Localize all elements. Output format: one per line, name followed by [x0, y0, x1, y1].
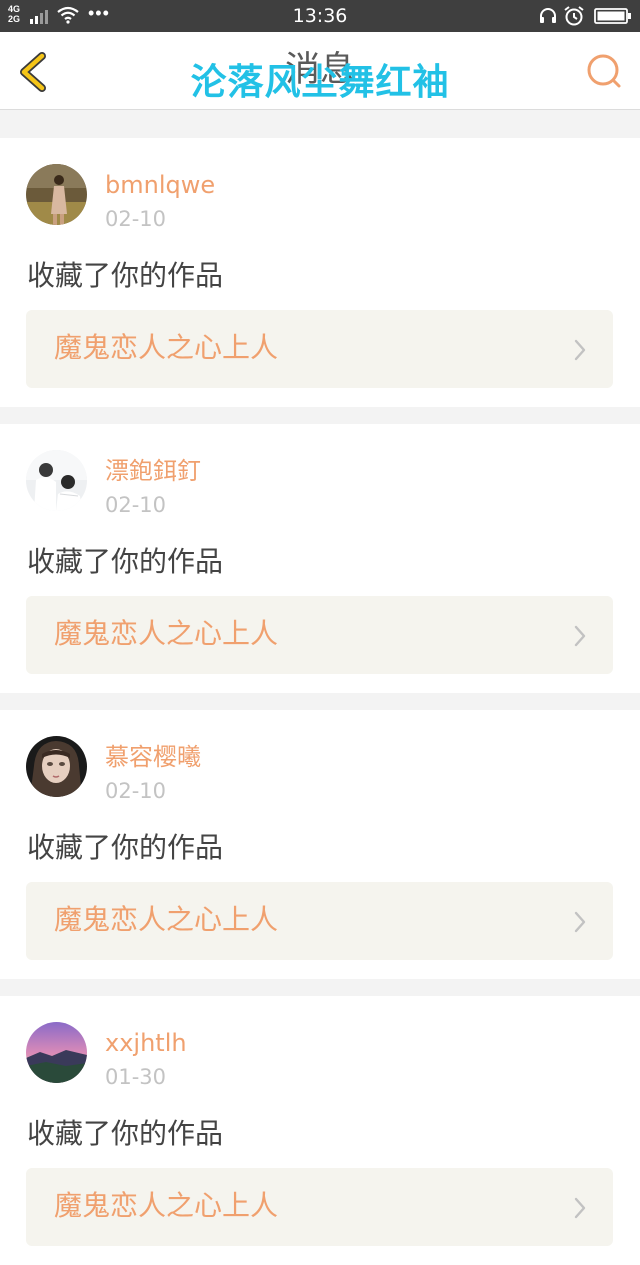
work-title: 魔鬼恋人之心上人 — [54, 331, 279, 364]
chevron-right-icon — [574, 625, 586, 647]
chevron-right-icon — [574, 339, 586, 361]
work-link[interactable]: 魔鬼恋人之心上人 — [26, 310, 613, 388]
work-link[interactable]: 魔鬼恋人之心上人 — [26, 1168, 613, 1246]
username-link[interactable]: bmnlqwe — [105, 170, 215, 200]
watermark-text: 沦落风尘舞红袖 — [190, 62, 450, 103]
avatar-image — [26, 450, 87, 511]
avatar-image — [26, 1022, 87, 1083]
username-link[interactable]: 慕容樱曦 — [105, 742, 201, 772]
work-title: 魔鬼恋人之心上人 — [54, 903, 279, 936]
headset-icon — [540, 8, 556, 23]
avatar-image — [26, 164, 87, 225]
battery-icon — [594, 8, 631, 24]
message-list: bmnlqwe 02-10 收藏了你的作品 魔鬼恋人之心上人 漂鉋鉺釘 02-1… — [0, 110, 640, 1265]
message-action-text: 收藏了你的作品 — [27, 259, 224, 292]
message-card: bmnlqwe 02-10 收藏了你的作品 魔鬼恋人之心上人 — [0, 138, 640, 407]
work-title: 魔鬼恋人之心上人 — [54, 1189, 279, 1222]
avatar[interactable] — [26, 1022, 87, 1083]
message-action-text: 收藏了你的作品 — [27, 545, 224, 578]
work-title: 魔鬼恋人之心上人 — [54, 617, 279, 650]
message-card: 慕容樱曦 02-10 收藏了你的作品 魔鬼恋人之心上人 — [0, 710, 640, 979]
message-card: 漂鉋鉺釘 02-10 收藏了你的作品 魔鬼恋人之心上人 — [0, 424, 640, 693]
avatar[interactable] — [26, 736, 87, 797]
message-action-text: 收藏了你的作品 — [27, 1117, 224, 1150]
avatar-image — [26, 736, 87, 797]
chevron-right-icon — [574, 911, 586, 933]
avatar[interactable] — [26, 164, 87, 225]
alarm-icon — [564, 6, 584, 26]
work-link[interactable]: 魔鬼恋人之心上人 — [26, 596, 613, 674]
work-link[interactable]: 魔鬼恋人之心上人 — [26, 882, 613, 960]
message-card: xxjhtlh 01-30 收藏了你的作品 魔鬼恋人之心上人 — [0, 996, 640, 1265]
username-link[interactable]: xxjhtlh — [105, 1028, 187, 1058]
message-date: 02-10 — [105, 493, 167, 517]
message-date: 02-10 — [105, 207, 167, 231]
message-date: 02-10 — [105, 779, 167, 803]
chevron-right-icon — [574, 1197, 586, 1219]
avatar[interactable] — [26, 450, 87, 511]
status-bar: 4G 2G ••• 13:36 — [0, 0, 640, 32]
message-date: 01-30 — [105, 1065, 167, 1089]
message-action-text: 收藏了你的作品 — [27, 831, 224, 864]
username-link[interactable]: 漂鉋鉺釘 — [105, 456, 201, 486]
